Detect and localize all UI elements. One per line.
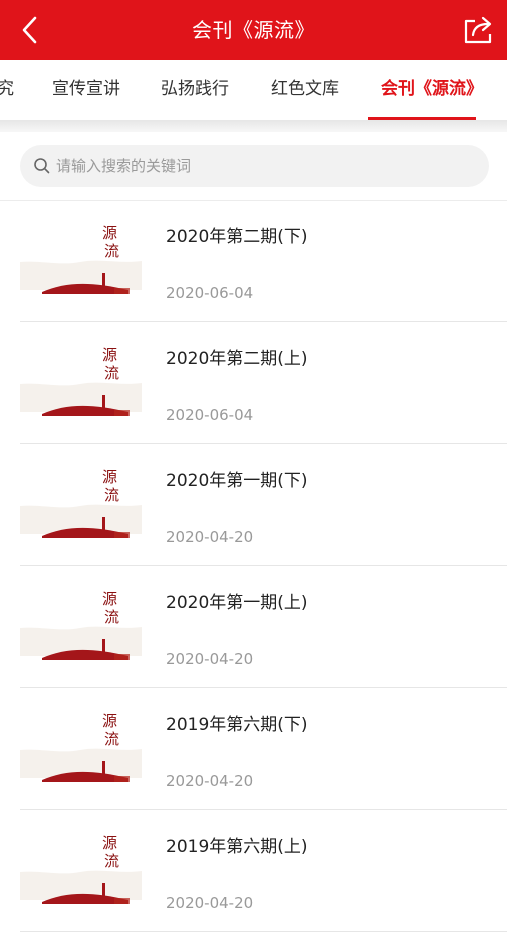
svg-text:源: 源 (102, 224, 117, 242)
yuanliu-cover-thumbnail: 源 流 (20, 584, 142, 672)
tab-practice[interactable]: 弘扬践行 (161, 60, 229, 120)
issue-title: 2020年第一期(上) (166, 593, 308, 613)
list-item[interactable]: 源 流 2020年第二期(上) 2020-06-04 (0, 322, 507, 444)
issue-list: 源 流 2020年第二期(下) 2020-06-04 源 流 2020年第二期(… (0, 200, 507, 932)
tab-red-library[interactable]: 红色文库 (271, 60, 339, 120)
tab-propaganda[interactable]: 宣传宣讲 (52, 60, 120, 120)
search-placeholder: 请输入搜索的关键词 (56, 157, 192, 175)
issue-date: 2020-04-20 (166, 894, 254, 912)
issue-date: 2020-06-04 (166, 406, 254, 424)
svg-text:源: 源 (102, 712, 117, 730)
yuanliu-cover-thumbnail: 源 流 (20, 340, 142, 428)
issue-date: 2020-04-20 (166, 650, 254, 668)
tab-partial[interactable]: 究 (0, 60, 14, 120)
svg-text:源: 源 (102, 834, 117, 852)
svg-text:流: 流 (104, 730, 119, 748)
yuanliu-cover-thumbnail: 源 流 (20, 462, 142, 550)
issue-title: 2020年第二期(下) (166, 227, 308, 247)
tabs-divider (0, 120, 507, 132)
search-icon (34, 158, 50, 174)
share-button[interactable] (461, 14, 495, 46)
svg-text:流: 流 (104, 852, 119, 870)
list-item[interactable]: 源 流 2020年第一期(上) 2020-04-20 (0, 566, 507, 688)
issue-date: 2020-04-20 (166, 528, 254, 546)
share-icon (464, 16, 492, 44)
svg-text:源: 源 (102, 590, 117, 608)
tab-yuanliu-journal[interactable]: 会刊《源流》 (381, 60, 483, 120)
issue-date: 2020-04-20 (166, 772, 254, 790)
category-tabs: 究 宣传宣讲 弘扬践行 红色文库 会刊《源流》 (0, 60, 507, 120)
yuanliu-cover-thumbnail: 源 流 (20, 218, 142, 306)
search-input[interactable]: 请输入搜索的关键词 (20, 145, 489, 187)
svg-text:流: 流 (104, 364, 119, 382)
list-item[interactable]: 源 流 2020年第一期(下) 2020-04-20 (0, 444, 507, 566)
svg-text:源: 源 (102, 468, 117, 486)
issue-title: 2019年第六期(上) (166, 837, 308, 857)
svg-text:源: 源 (102, 346, 117, 364)
issue-title: 2020年第一期(下) (166, 471, 308, 491)
svg-text:流: 流 (104, 242, 119, 260)
issue-date: 2020-06-04 (166, 284, 254, 302)
issue-title: 2020年第二期(上) (166, 349, 308, 369)
yuanliu-cover-thumbnail: 源 流 (20, 828, 142, 916)
app-header: 会刊《源流》 (0, 0, 507, 60)
list-item[interactable]: 源 流 2019年第六期(下) 2020-04-20 (0, 688, 507, 810)
page-title: 会刊《源流》 (192, 18, 315, 42)
yuanliu-cover-thumbnail: 源 流 (20, 706, 142, 794)
issue-title: 2019年第六期(下) (166, 715, 308, 735)
svg-text:流: 流 (104, 486, 119, 504)
list-item[interactable]: 源 流 2019年第六期(上) 2020-04-20 (0, 810, 507, 932)
svg-text:流: 流 (104, 608, 119, 626)
list-item[interactable]: 源 流 2020年第二期(下) 2020-06-04 (0, 200, 507, 322)
